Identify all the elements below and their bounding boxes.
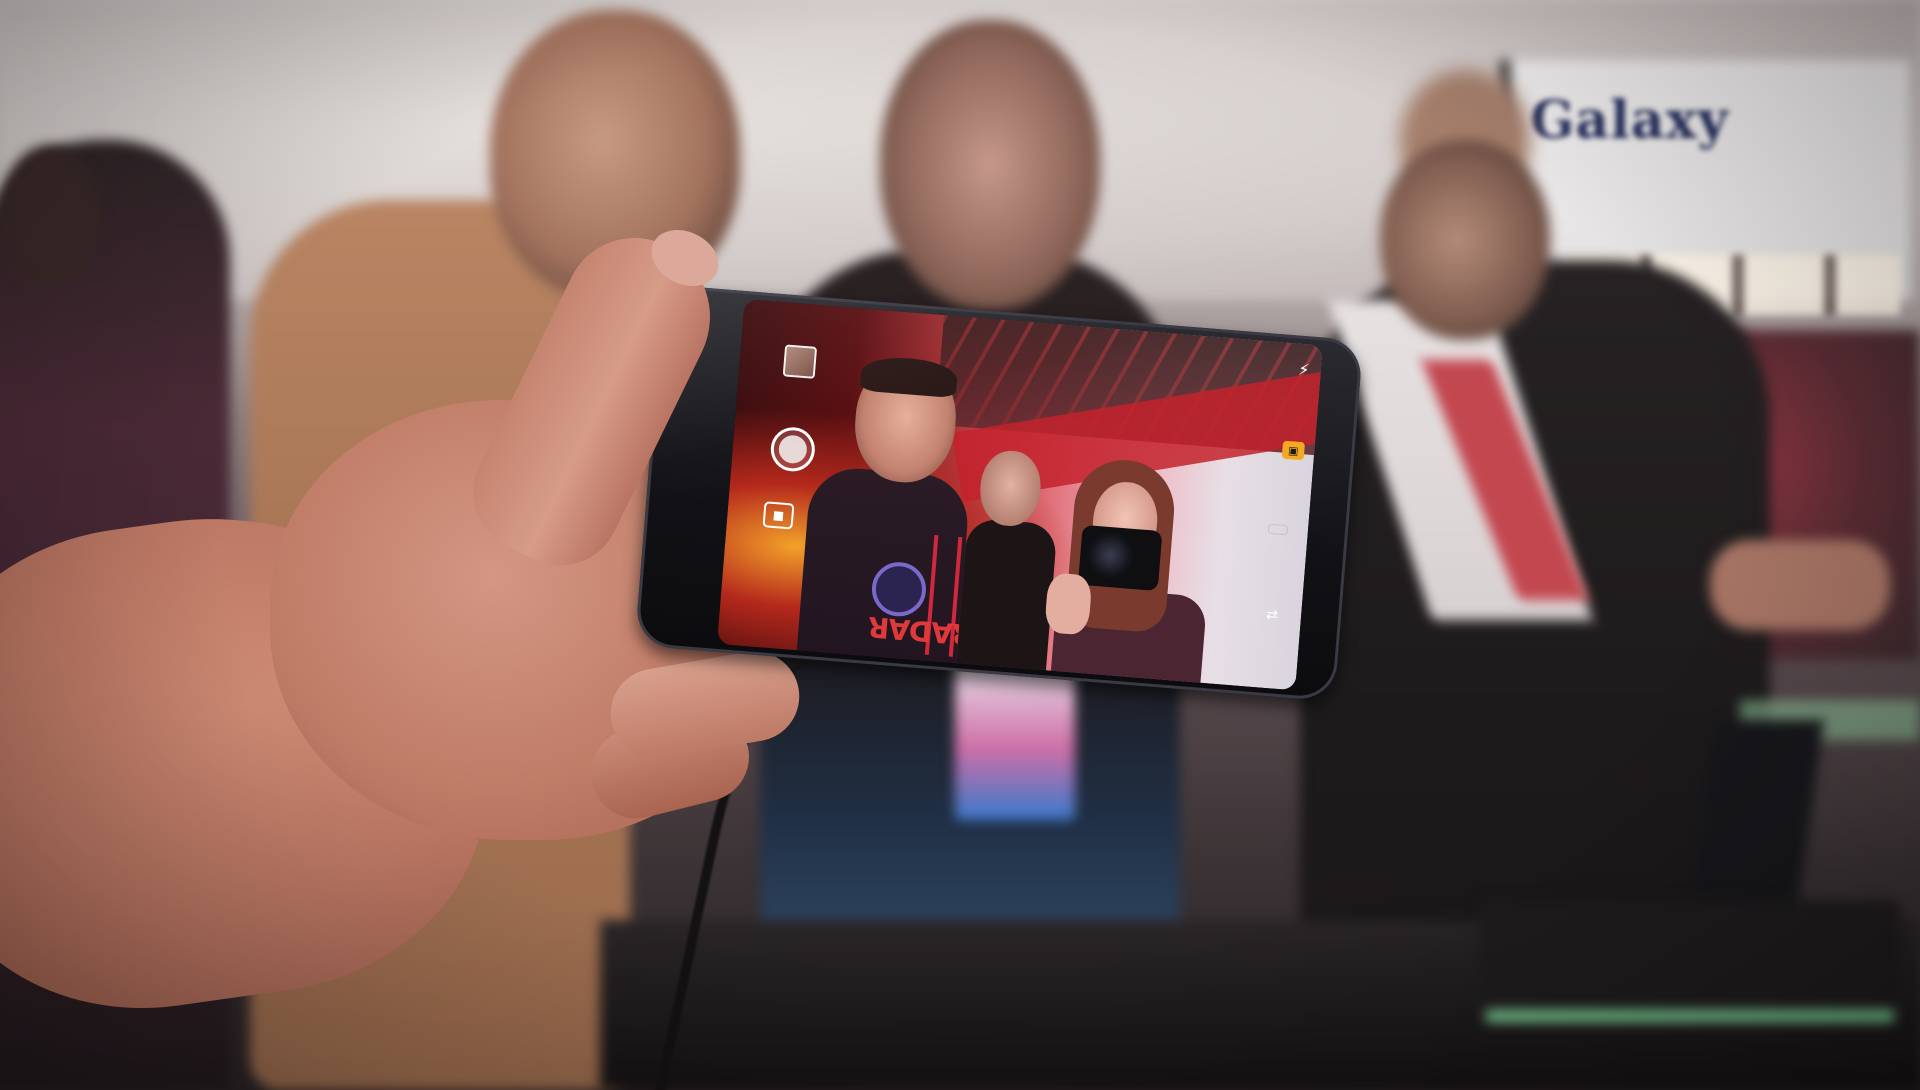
- viewfinder-man-2-head: [977, 448, 1044, 529]
- viewfinder-man-2-body: [955, 517, 1058, 685]
- person-suit-hand: [1710, 540, 1890, 630]
- shutter-icon: [777, 434, 808, 465]
- smartphone: RADAR ■ ⚡ ▣ ⇄: [634, 284, 1364, 702]
- switch-camera-icon[interactable]: ⇄: [1261, 606, 1284, 624]
- phone-screen: RADAR ■ ⚡ ▣ ⇄: [716, 298, 1323, 691]
- viewfinder-woman: [1043, 455, 1208, 691]
- photo-scene: Galaxy RADAR ■ ⚡ ▣ ⇄: [0, 0, 1920, 1090]
- gallery-thumbnail-icon[interactable]: [782, 344, 818, 379]
- person-suit-head: [1380, 140, 1550, 340]
- camera-mode-icon[interactable]: ▣: [1281, 440, 1306, 461]
- flash-auto-icon[interactable]: ⚡: [1292, 357, 1316, 381]
- flash-glyph: ⚡: [1297, 359, 1311, 379]
- video-record-icon[interactable]: ■: [762, 501, 795, 530]
- viewfinder-man-2: [955, 448, 1058, 685]
- viewfinder-man: RADAR: [794, 354, 975, 691]
- display-stand: [1480, 900, 1900, 1010]
- video-glyph: ■: [772, 507, 785, 523]
- booth-sign-text: Galaxy: [1530, 90, 1729, 151]
- event-badge: [955, 660, 1075, 820]
- person-left-head: [0, 145, 100, 285]
- person-center-head: [880, 20, 1100, 310]
- settings-indicator-icon[interactable]: [1267, 523, 1289, 536]
- switch-glyph: ⇄: [1265, 606, 1279, 624]
- mode-glyph: ▣: [1287, 443, 1300, 458]
